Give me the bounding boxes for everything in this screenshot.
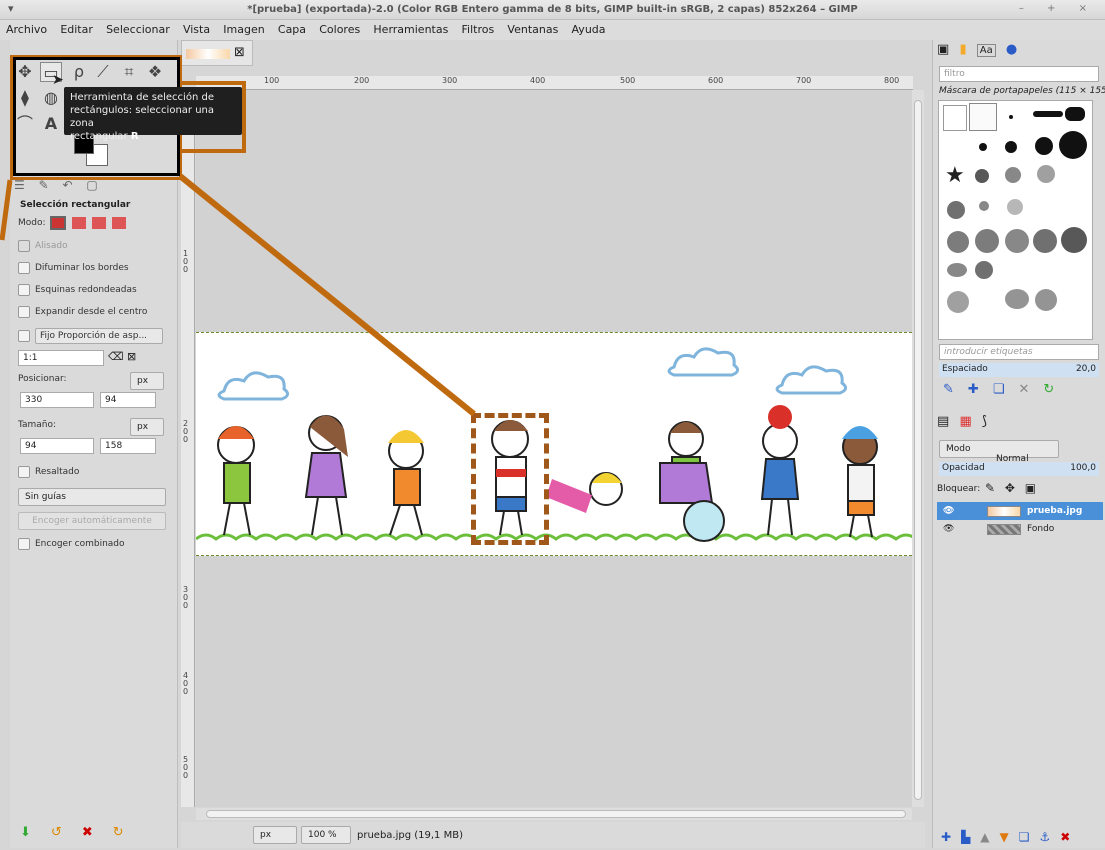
tooltip-line2: rectángulos: seleccionar una zona — [70, 105, 215, 129]
annotation-arrow — [178, 173, 476, 417]
tool-tooltip: Herramienta de selección de rectángulos:… — [64, 87, 242, 142]
tooltip-shortcut: R — [130, 131, 139, 142]
gimp-window: ▾ *[prueba] (exportada)-2.0 (Color RGB E… — [0, 0, 1105, 850]
tooltip-line3: rectangular R — [70, 130, 236, 143]
tooltip-line1: Herramienta de selección de — [70, 92, 214, 103]
annotation-line-left — [0, 179, 13, 241]
tooltip-line3-text: rectangular — [70, 131, 128, 142]
mouse-cursor-icon: ➤ — [52, 72, 64, 88]
